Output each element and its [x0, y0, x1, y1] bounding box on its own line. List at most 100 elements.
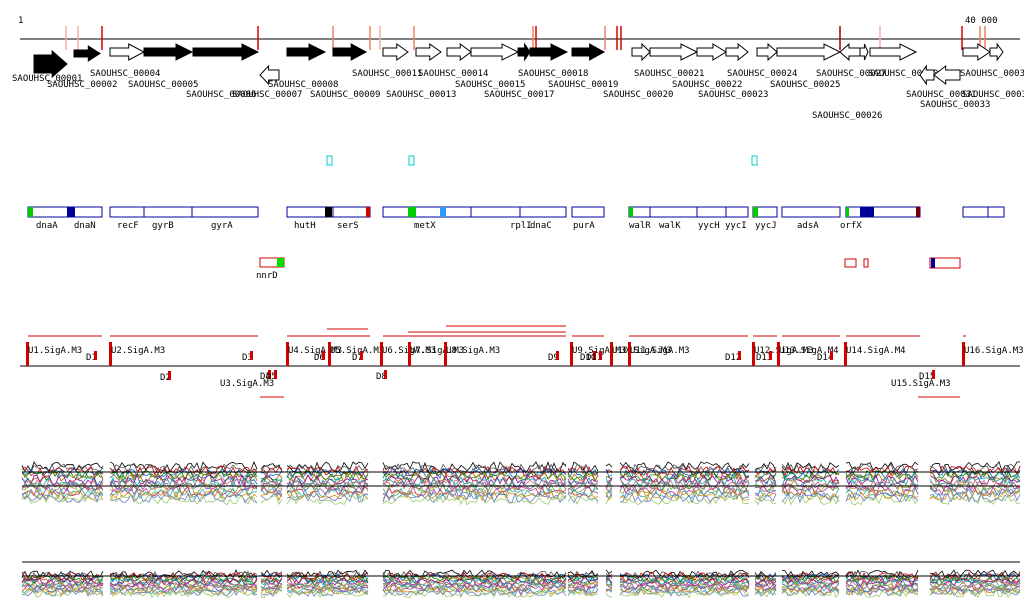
- coord-start-label: 1: [18, 16, 23, 26]
- gene-saouhsc_00025[interactable]: SAOUHSC_00025: [770, 43, 842, 90]
- expression-line: [754, 461, 777, 472]
- operon-marker: [860, 207, 868, 217]
- gene-arrow-shape: [756, 42, 778, 62]
- gene-arrow-shape: [869, 43, 918, 61]
- cyan-marker: [751, 155, 758, 166]
- genome-track-canvas[interactable]: 1 40 000 SAOUHSC_00001SAOUHSC_00002SAOUH…: [0, 0, 1024, 611]
- downstream-marker: [932, 370, 935, 379]
- operon-box: [781, 206, 841, 218]
- gene-label: SAOUHSC_00035: [962, 90, 1024, 100]
- gene-arrow-shape: [332, 43, 368, 61]
- feature-box[interactable]: [863, 258, 869, 268]
- gene-label: SAOUHSC_00014: [418, 69, 488, 79]
- gene-label: SAOUHSC_00013: [386, 90, 456, 100]
- operon-gene-label: purA: [573, 221, 595, 231]
- gene-label: SAOUHSC_00009: [310, 90, 380, 100]
- downstream-marker: [250, 351, 253, 360]
- gene-label: SAOUHSC_00015: [455, 80, 525, 90]
- gene-saouhsc_00008[interactable]: SAOUHSC_00008: [268, 43, 338, 90]
- gene-saouhsc_00011[interactable]: SAOUHSC_00011: [352, 43, 422, 79]
- gene-arrow-shape: [962, 43, 991, 61]
- gene-label: SAOUHSC_00018: [518, 69, 588, 79]
- coord-end-label: 40 000: [965, 16, 998, 26]
- gene-label: SAOUHSC_00034: [960, 69, 1024, 79]
- operon-marker: [408, 207, 416, 217]
- gene-arrow-shape: [696, 43, 727, 61]
- gene-label: SAOUHSC_00005: [128, 80, 198, 90]
- extra-feature-track[interactable]: nnrD: [256, 257, 961, 281]
- transcription-segment-track[interactable]: U1.SigA.M3 U2.SigA.M3 U4.SigA.M3U5.SigA.M3…: [20, 325, 1024, 398]
- gene-label: SAOUHSC_00008: [268, 80, 338, 90]
- operon-box: [845, 206, 921, 218]
- expression-line: [605, 463, 613, 468]
- operon-gene-label: dnaN: [74, 221, 96, 231]
- segment-label: U1.SigA.M3: [28, 346, 82, 356]
- downstream-marker: [384, 370, 387, 379]
- operon-box: [109, 206, 259, 218]
- downstream-marker: [830, 351, 833, 360]
- expression-line: [605, 569, 613, 575]
- gene-arrow-shape: [839, 42, 861, 62]
- gene-label: SAOUHSC_00024: [727, 69, 797, 79]
- gene-arrow-shape: [192, 43, 260, 61]
- downstream-marker: [168, 371, 171, 380]
- cyan-marker: [326, 155, 333, 166]
- gene-label: SAOUHSC_00019: [548, 80, 618, 90]
- expression-line: [929, 569, 1021, 579]
- gene-arrow-shape: [776, 43, 842, 61]
- operon-gene-label: yycI: [725, 221, 747, 231]
- operon-box: [962, 206, 1005, 218]
- gene-label: SAOUHSC_00004: [90, 69, 160, 79]
- operon-gene-label: gyrB: [152, 221, 174, 231]
- gene-annotation-track[interactable]: SAOUHSC_00001SAOUHSC_00002SAOUHSC_00004S…: [12, 42, 1024, 121]
- gene-label: SAOUHSC_00007: [232, 90, 302, 100]
- gene-arrow-shape: [109, 43, 146, 61]
- gene-arrow-shape: [517, 42, 531, 62]
- downstream-marker: [738, 351, 741, 360]
- segment-label: U11.SigA.M3: [630, 346, 690, 356]
- downstream-marker: [599, 351, 602, 360]
- named-gene-track[interactable]: dnaA dnaN recF gyrB gyrA hutH serS metX rplIdnaC…: [27, 206, 1005, 231]
- cyan-feature-markers: [326, 155, 758, 166]
- gene-label: SAOUHSC_00020: [603, 90, 673, 100]
- operon-gene-label: dnaA: [36, 221, 58, 231]
- operon-gene-label: gyrA: [211, 221, 233, 231]
- segment-label: U14.SigA.M4: [846, 346, 906, 356]
- operon-gene-label: yycH: [698, 221, 720, 231]
- downstream-marker: [94, 351, 97, 360]
- downstream-marker: [556, 351, 559, 360]
- gene-label: SAOUHSC_00017: [484, 90, 554, 100]
- expression-line: [605, 593, 613, 598]
- gene-arrow-shape: [649, 43, 699, 61]
- expression-line: [260, 464, 283, 473]
- expression-line: [845, 494, 919, 506]
- gene-label: SAOUHSC_00002: [47, 80, 117, 90]
- downstream-marker: [322, 351, 325, 360]
- gene-arrow-shape: [859, 43, 869, 61]
- gene-label: SAOUHSC_00022: [672, 80, 742, 90]
- expression-line: [567, 473, 599, 483]
- expression-line: [845, 589, 919, 598]
- operon-marker: [916, 207, 920, 217]
- segment-label: U16.SigA.M3: [964, 346, 1024, 356]
- downstream-marker: [769, 351, 772, 360]
- gene-label: SAOUHSC_00011: [352, 69, 422, 79]
- operon-marker: [629, 207, 633, 217]
- downstream-marker: [360, 351, 363, 360]
- cyan-marker: [408, 155, 415, 166]
- gene-label: SAOUHSC_00021: [634, 69, 704, 79]
- gene-arrow-shape: [571, 43, 606, 61]
- gene-arrow-shape: [286, 43, 327, 61]
- feature-box[interactable]: [844, 258, 857, 268]
- genome-browser-viewer[interactable]: 1 40 000 SAOUHSC_00001 SAOUHSC_00002 SAOUH…: [0, 0, 1024, 611]
- gene-arrow-shape: [470, 43, 520, 61]
- operon-gene-label: recF: [117, 221, 139, 231]
- gene-label: SAOUHSC_00026: [812, 111, 882, 121]
- operon-gene-label: yycJ: [755, 221, 777, 231]
- operon-gene-label: adsA: [797, 221, 819, 231]
- operon-gene-label: orfX: [840, 221, 862, 231]
- operon-marker: [868, 207, 874, 217]
- operon-gene-label: walK: [659, 221, 681, 231]
- expression-profile-strand-plus: [21, 460, 1021, 506]
- gene-arrow-shape: [446, 43, 472, 61]
